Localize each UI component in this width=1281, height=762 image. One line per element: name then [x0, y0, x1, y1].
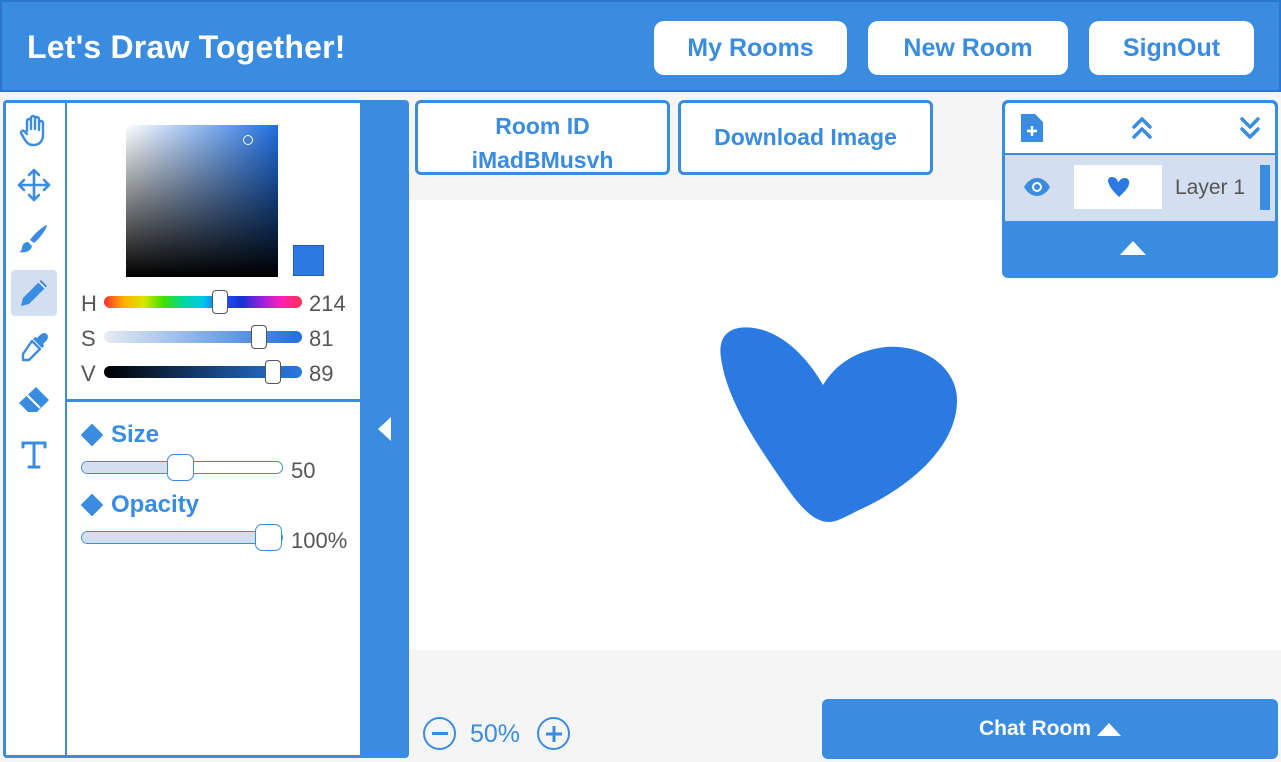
move-tool[interactable] [11, 162, 57, 208]
layer-thumbnail [1074, 165, 1162, 209]
layers-panel: Layer 1 [1002, 100, 1278, 278]
layer-name: Layer 1 [1175, 176, 1246, 199]
size-value: 50 [291, 458, 316, 483]
toolbar [6, 103, 65, 755]
app-title: Let's Draw Together! [27, 29, 346, 65]
pencil-icon [21, 280, 47, 306]
left-panel: H 214 S 81 V 89 Size 50 Opacity 100% [3, 100, 409, 758]
brush-tool[interactable] [11, 216, 57, 262]
zoom-in-button[interactable] [537, 717, 570, 750]
settings-divider [67, 399, 360, 402]
hand-tool[interactable] [11, 108, 57, 154]
chat-room-label: Chat Room [979, 717, 1091, 740]
saturation-value: 81 [309, 326, 334, 351]
layers-collapse-button[interactable] [1120, 240, 1146, 261]
opacity-slider[interactable] [81, 524, 283, 551]
room-id-value: iMadBMusvh [471, 147, 614, 173]
room-id-label: Room ID [495, 113, 590, 139]
opacity-value: 100% [291, 528, 348, 553]
saturation-label: S [81, 326, 96, 351]
layer-visibility-toggle[interactable] [1023, 177, 1051, 202]
diamond-icon [80, 493, 104, 517]
pencil-tool[interactable] [11, 270, 57, 316]
add-layer-icon [1021, 114, 1043, 142]
opacity-label: Opacity [111, 491, 200, 518]
chat-room-button[interactable]: Chat Room [822, 699, 1278, 759]
move-layer-down-icon [1240, 117, 1260, 139]
opacity-title: Opacity [80, 491, 200, 519]
hue-label: H [81, 291, 97, 316]
plus-icon [545, 725, 562, 742]
hue-value: 214 [309, 291, 346, 316]
layers-toolbar [1005, 103, 1275, 153]
layer-selected-indicator [1260, 165, 1270, 210]
eraser-tool[interactable] [11, 378, 57, 424]
opacity-slider-fill [82, 532, 282, 543]
opacity-slider-thumb[interactable] [255, 524, 282, 551]
zoom-out-button[interactable] [423, 717, 456, 750]
color-picker-cursor[interactable] [243, 135, 253, 145]
hue-slider[interactable] [104, 290, 302, 314]
eraser-icon [19, 387, 49, 412]
eyedropper-tool[interactable] [11, 324, 57, 370]
move-layer-up-icon [1132, 117, 1152, 139]
saturation-slider[interactable] [104, 325, 302, 349]
diamond-icon [80, 423, 104, 447]
eye-icon [1024, 178, 1050, 196]
collapse-panel-button[interactable] [363, 103, 407, 755]
value-value: 89 [309, 361, 334, 386]
download-image-button[interactable]: Download Image [678, 100, 933, 175]
caret-up-icon [1120, 241, 1146, 255]
sign-out-button[interactable]: SignOut [1089, 21, 1254, 75]
move-layer-down-button[interactable] [1235, 113, 1265, 143]
text-tool[interactable] [11, 432, 57, 478]
layer-row[interactable]: Layer 1 [1005, 155, 1275, 221]
value-label: V [81, 361, 96, 386]
current-color-swatch [293, 245, 324, 276]
saturation-slider-thumb[interactable] [251, 325, 267, 349]
move-layer-up-button[interactable] [1127, 113, 1157, 143]
minus-icon [431, 731, 448, 735]
caret-left-icon [378, 417, 391, 441]
hue-slider-thumb[interactable] [212, 290, 228, 314]
text-icon [21, 441, 47, 469]
tool-settings: H 214 S 81 V 89 Size 50 Opacity 100% [67, 103, 360, 755]
room-id-button[interactable]: Room ID iMadBMusvh [415, 100, 670, 175]
heart-icon [1108, 177, 1130, 197]
eyedropper-icon [21, 333, 48, 362]
saturation-value-picker[interactable] [126, 125, 278, 277]
header-bar: Let's Draw Together! My Rooms New Room S… [0, 0, 1281, 92]
size-title: Size [80, 421, 160, 449]
hand-icon [19, 114, 45, 147]
size-label: Size [111, 421, 160, 448]
value-slider-thumb[interactable] [265, 360, 281, 384]
new-room-button[interactable]: New Room [868, 21, 1068, 75]
add-layer-button[interactable] [1017, 113, 1047, 143]
size-slider[interactable] [81, 454, 283, 481]
value-slider[interactable] [104, 360, 302, 384]
brush-icon [19, 225, 47, 253]
zoom-level: 50% [470, 720, 521, 748]
size-slider-thumb[interactable] [167, 454, 194, 481]
move-icon [17, 168, 51, 202]
caret-up-icon [1097, 723, 1121, 736]
my-rooms-button[interactable]: My Rooms [654, 21, 847, 75]
